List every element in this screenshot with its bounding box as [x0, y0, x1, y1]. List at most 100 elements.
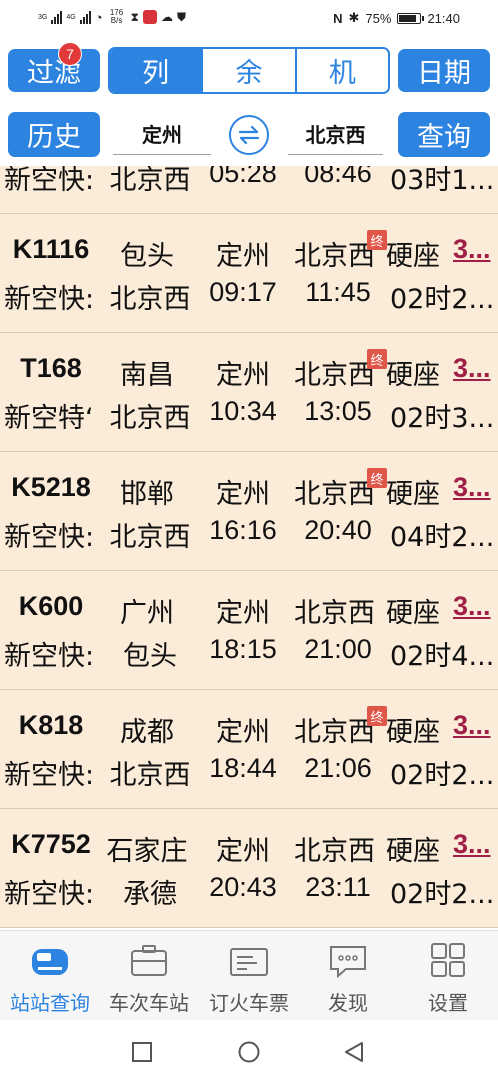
train-row[interactable]: T168 南昌 定州 北京西 硬座 3... 新空特‘ 北京西 10:34 13:05 02时3..… — [0, 333, 498, 452]
depart-time: 18:44 — [209, 753, 277, 783]
grid-icon — [431, 943, 465, 977]
train-row[interactable]: 新空快: 北京西 05:28 08:46 03时1... — [0, 166, 498, 214]
seat-type: 硬座 — [386, 836, 440, 867]
briefcase-icon — [131, 945, 167, 976]
seat-type: 硬座 — [386, 479, 440, 510]
seat-price-link[interactable]: 3... — [453, 710, 498, 741]
arrive-time: 21:00 — [304, 634, 372, 664]
train-number: K7752 — [11, 829, 91, 859]
train-row[interactable]: K600 广州 定州 北京西 硬座 3... 新空快: 包头 18:15 21:00 02时4... — [0, 571, 498, 690]
seat-type: 硬座 — [386, 598, 440, 629]
nav-label: 订火车票 — [209, 991, 289, 1015]
seat-type: 硬座 — [386, 717, 440, 748]
duration: 04时2... — [390, 522, 495, 553]
net-speed: 176 B/s — [109, 8, 124, 25]
terminal-badge: 终 — [367, 706, 387, 726]
bottom-nav: 站站查询 车次车站 订火车票 发现 设置 — [0, 930, 498, 1020]
seat-price-link[interactable]: 3... — [453, 353, 498, 384]
battery-fill — [399, 14, 416, 22]
train-type: 新空快: — [4, 760, 95, 791]
hourglass-icon: ⧗ — [130, 9, 139, 24]
train-row[interactable]: K818 成都 定州 北京西 硬座 3... 新空快: 北京西 18:44 21:06 02时2..… — [0, 690, 498, 809]
history-label: 历史 — [27, 122, 81, 153]
recents-icon[interactable] — [132, 1042, 152, 1062]
seat-price-link[interactable]: 3... — [453, 591, 498, 622]
signal-icon-2 — [79, 10, 91, 24]
origin-station: 南昌 — [120, 360, 174, 391]
back-icon[interactable] — [344, 1042, 364, 1062]
duration: 02时4... — [390, 641, 495, 672]
swap-stations-button[interactable] — [229, 115, 269, 155]
train-list[interactable]: 新空快: 北京西 05:28 08:46 03时1... K1116 包头 定州 北京西 硬座 3.… — [0, 166, 498, 930]
bluetooth-icon: ✱ — [348, 10, 360, 25]
train-row[interactable]: K1116 包头 定州 北京西 硬座 3... 新空快: 北京西 09:17 11:45 02时2.… — [0, 214, 498, 333]
origin-station: 成都 — [120, 717, 174, 748]
status-right: N ✱ 75% 21:40 — [333, 10, 460, 26]
seg-remaining-button[interactable]: 余 — [201, 49, 295, 92]
query-button[interactable]: 查询 — [398, 112, 490, 157]
arrive-time: 21:06 — [304, 753, 372, 783]
terminal-station: 包头 — [123, 641, 177, 672]
nav-label: 车次车站 — [109, 991, 189, 1015]
swap-arrows-icon — [238, 125, 260, 145]
train-type: 新空特‘ — [4, 403, 94, 434]
nav-train-station[interactable]: 车次车站 — [99, 941, 199, 1016]
seat-price-link[interactable]: 3... — [453, 829, 498, 860]
chat-bubble-icon — [330, 946, 366, 979]
nav-station-query[interactable]: 站站查询 — [0, 941, 100, 1016]
history-button[interactable]: 历史 — [8, 112, 100, 157]
arrive-time: 08:46 — [304, 166, 372, 188]
terminal-badge: 终 — [367, 468, 387, 488]
signal-4g-label: 4G — [66, 13, 76, 21]
terminal-badge: 终 — [367, 230, 387, 250]
terminal-station: 北京西 — [109, 522, 191, 553]
nav-book-ticket[interactable]: 订火车票 — [199, 941, 299, 1016]
to-station: 北京西 — [294, 836, 375, 867]
signal-3g-label: 3G — [38, 13, 48, 21]
duration: 02时3... — [390, 403, 495, 434]
seat-price-link[interactable]: 3... — [453, 234, 498, 265]
seat-price-link[interactable]: 3... — [453, 472, 498, 503]
arrive-time: 13:05 — [304, 396, 372, 426]
arrive-time: 20:40 — [304, 515, 372, 545]
terminal-station: 北京西 — [109, 284, 191, 315]
from-station: 定州 — [216, 717, 270, 748]
train-type: 新空快: — [4, 522, 95, 553]
home-icon[interactable] — [238, 1041, 260, 1063]
train-type: 新空快: — [4, 166, 95, 196]
origin-station: 包头 — [120, 241, 174, 272]
system-nav-bar — [0, 1020, 498, 1080]
filter-button[interactable]: 过滤 — [8, 49, 100, 92]
battery-icon — [397, 12, 425, 24]
depart-time: 09:17 — [209, 277, 277, 307]
sort-segmented-control: 列 余 机 — [108, 47, 390, 94]
seat-type: 硬座 — [386, 360, 440, 391]
to-station-field[interactable]: 北京西 — [288, 113, 383, 155]
wifi-icon: ◔ — [94, 9, 103, 25]
from-station-field[interactable]: 定州 — [113, 113, 211, 155]
from-station: 定州 — [216, 598, 270, 629]
shield-icon: ⛊ — [176, 9, 186, 24]
nav-label: 站站查询 — [10, 991, 90, 1015]
from-station: 定州 — [216, 836, 270, 867]
nav-settings[interactable]: 设置 — [398, 941, 498, 1016]
seat-type: 硬座 — [386, 241, 440, 272]
origin-station: 邯郸 — [120, 479, 174, 510]
query-label: 查询 — [417, 122, 471, 153]
terminal-station: 承德 — [123, 879, 177, 910]
nav-discover[interactable]: 发现 — [298, 941, 398, 1016]
duration: 02时2... — [390, 879, 495, 910]
train-row[interactable]: K5218 邯郸 定州 北京西 硬座 3... 新空快: 北京西 16:16 20:40 04时2.… — [0, 452, 498, 571]
seg-machine-button[interactable]: 机 — [294, 49, 388, 92]
wechat-icon: ☁ — [160, 10, 173, 24]
date-button[interactable]: 日期 — [398, 49, 490, 92]
status-left: 3G 4G ◔ 176 B/s ⧗ ☁ ⛊ — [38, 9, 186, 25]
train-number: K5218 — [11, 472, 91, 502]
terminal-station: 北京西 — [109, 166, 191, 196]
seg-train-button[interactable]: 列 — [110, 49, 202, 92]
train-icon — [32, 949, 68, 975]
terminal-station: 北京西 — [109, 760, 191, 791]
nav-label: 发现 — [328, 991, 368, 1015]
clock: 21:40 — [427, 10, 460, 26]
train-row[interactable]: K7752 石家庄 定州 北京西 硬座 3... 新空快: 承德 20:43 23:11 02时2.… — [0, 809, 498, 928]
